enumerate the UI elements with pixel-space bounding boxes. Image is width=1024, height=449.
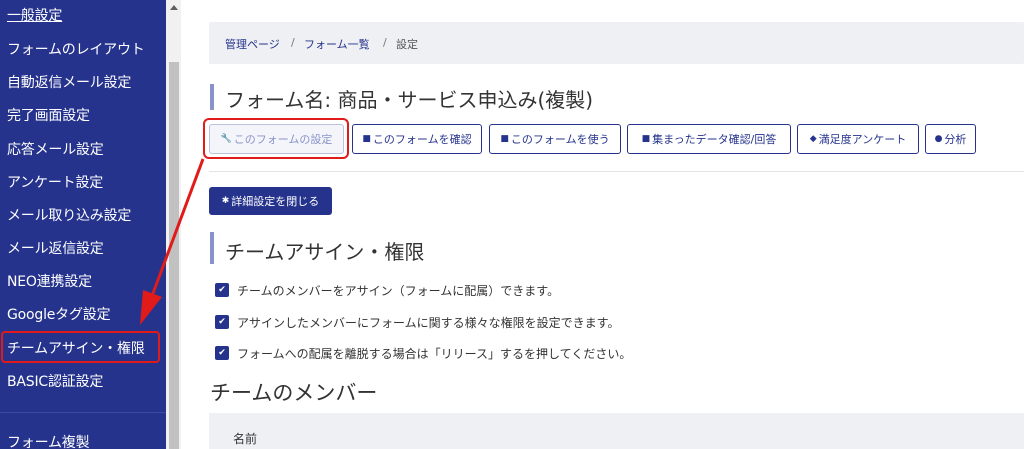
tab-analysis[interactable]: ● 分析 [925, 124, 976, 154]
tab-form-use[interactable]: ■ このフォームを使う [489, 124, 621, 154]
members-title: チームのメンバー [210, 381, 378, 405]
file-text-icon: ■ [500, 134, 509, 144]
close-detail-settings-button[interactable]: ✱ 詳細設定を閉じる [209, 187, 332, 215]
section-title: チームアサイン・権限 [225, 240, 425, 264]
heading-accent-bar [210, 84, 214, 110]
tab-label: 満足度アンケート [818, 133, 907, 146]
file-icon: ■ [362, 134, 371, 144]
sidebar-item-google-tag[interactable]: Googleタグ設定 [7, 304, 111, 324]
tab-collected-data[interactable]: ■ 集まったデータ確認/回答 [627, 124, 791, 154]
breadcrumb-form-list-link[interactable]: フォーム一覧 [304, 36, 370, 52]
breadcrumb-separator: / [383, 36, 387, 49]
sidebar-highlight-box [1, 331, 160, 363]
check-row: ✔ フォームへの配属を離脱する場合は「リリース」するを押してください。 [215, 345, 631, 361]
chart-icon: ● [934, 134, 943, 144]
sidebar-divider [0, 412, 166, 413]
heading-accent-bar [210, 232, 214, 264]
sidebar: 一般設定 フォームのレイアウト 自動返信メール設定 完了画面設定 応答メール設定… [0, 0, 166, 449]
sidebar-item-complete-page[interactable]: 完了画面設定 [7, 105, 90, 125]
sidebar-item-mail-import[interactable]: メール取り込み設定 [7, 205, 131, 225]
detail-button-label: 詳細設定を閉じる [231, 195, 320, 208]
breadcrumb-separator: / [291, 36, 295, 49]
sidebar-item-auto-reply[interactable]: 自動返信メール設定 [7, 72, 131, 92]
check-row: ✔ チームのメンバーをアサイン（フォームに配属）できます。 [215, 282, 559, 298]
table-header [209, 413, 1024, 449]
tab-label: 分析 [944, 133, 967, 146]
sidebar-item-mail-reply[interactable]: メール返信設定 [7, 238, 104, 258]
tab-label: 集まったデータ確認/回答 [652, 133, 777, 146]
sidebar-item-basic-auth[interactable]: BASIC認証設定 [7, 371, 103, 391]
message-icon: ■ [641, 134, 651, 144]
tab-label: このフォームを確認 [372, 133, 472, 146]
breadcrumb-current: 設定 [396, 38, 418, 51]
check-label: チームのメンバーをアサイン（フォームに配属）できます。 [237, 283, 560, 298]
tab-satisfaction-survey[interactable]: ◆ 満足度アンケート [797, 124, 919, 154]
sidebar-item-survey[interactable]: アンケート設定 [7, 172, 103, 192]
scroll-up-icon[interactable] [170, 5, 178, 10]
sidebar-item-general[interactable]: 一般設定 [7, 5, 62, 25]
checkbox[interactable]: ✔ [215, 283, 229, 297]
sidebar-item-response-mail[interactable]: 応答メール設定 [7, 139, 104, 159]
checkbox[interactable]: ✔ [215, 346, 229, 360]
gear-icon: ✱ [221, 196, 230, 206]
breadcrumb-home-link[interactable]: 管理ページ [225, 36, 280, 52]
tab-label: このフォームを使う [510, 133, 610, 146]
sidebar-item-form-copy[interactable]: フォーム複製 [7, 432, 90, 449]
page-title: フォーム名: 商品・サービス申込み(複製) [225, 88, 594, 112]
check-label: アサインしたメンバーにフォームに関する様々な権限を設定できます。 [237, 315, 620, 330]
check-row: ✔ アサインしたメンバーにフォームに関する様々な権限を設定できます。 [215, 314, 619, 330]
divider [209, 171, 1024, 172]
sidebar-item-form-layout[interactable]: フォームのレイアウト [7, 39, 145, 59]
highlight-box [203, 118, 349, 159]
layers-icon: ◆ [809, 134, 817, 144]
tab-form-confirm[interactable]: ■ このフォームを確認 [352, 124, 482, 154]
checkbox[interactable]: ✔ [215, 315, 229, 329]
sidebar-item-neo[interactable]: NEO連携設定 [7, 271, 92, 291]
column-header-name: 名前 [233, 432, 258, 446]
check-label: フォームへの配属を離脱する場合は「リリース」するを押してください。 [237, 346, 632, 361]
scrollbar-thumb[interactable] [169, 62, 179, 449]
